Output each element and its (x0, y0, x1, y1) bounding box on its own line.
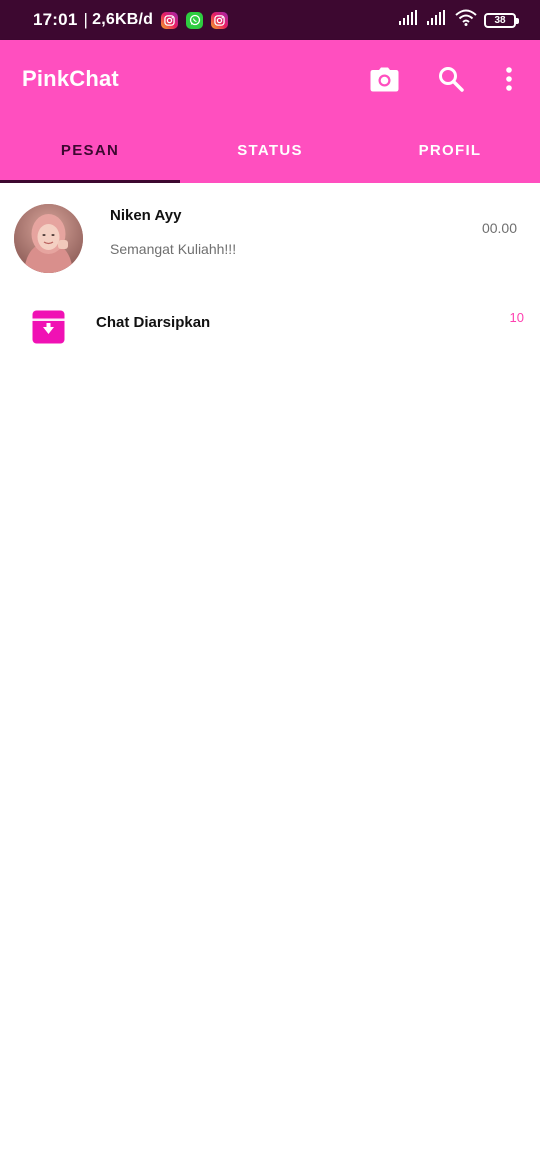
camera-icon[interactable] (369, 64, 399, 94)
status-separator: | (83, 10, 89, 29)
instagram-notification-icon (211, 11, 229, 29)
tab-bar: PESAN STATUS PROFIL (0, 118, 540, 183)
signal-icon (427, 10, 448, 30)
archive-icon (32, 310, 65, 344)
archived-chats-count: 10 (509, 310, 524, 325)
whatsapp-notification-icon (186, 11, 204, 29)
archived-chats-label: Chat Diarsipkan (96, 314, 211, 331)
status-time: 17:01 (33, 10, 78, 29)
chat-list-item[interactable]: Niken Ayy Semangat Kuliahh!!! 00.00 (0, 183, 540, 288)
app-title: PinkChat (22, 66, 119, 91)
status-left: 17:01 | 2,6KB/d (33, 10, 229, 30)
network-speed: 2,6KB/d (92, 11, 154, 28)
status-bar: 17:01 | 2,6KB/d 38 (0, 0, 540, 40)
more-options-icon[interactable] (504, 64, 514, 94)
tab-pesan[interactable]: PESAN (0, 118, 180, 183)
instagram-notification-icon (161, 11, 179, 29)
chat-last-message: Semangat Kuliahh!!! (110, 241, 237, 257)
tab-status[interactable]: STATUS (180, 118, 360, 183)
battery-indicator: 38 (484, 12, 519, 28)
archived-chats-row[interactable]: Chat Diarsipkan 10 (0, 290, 540, 360)
search-icon[interactable] (436, 64, 466, 94)
app-actions (369, 64, 518, 94)
tab-profil[interactable]: PROFIL (360, 118, 540, 183)
avatar[interactable] (14, 204, 83, 273)
chat-contact-name: Niken Ayy (110, 207, 182, 224)
wifi-icon (455, 9, 477, 31)
chat-timestamp: 00.00 (481, 220, 517, 236)
status-right: 38 (399, 9, 519, 31)
app-bar: PinkChat (0, 40, 540, 118)
signal-icon (399, 10, 420, 30)
